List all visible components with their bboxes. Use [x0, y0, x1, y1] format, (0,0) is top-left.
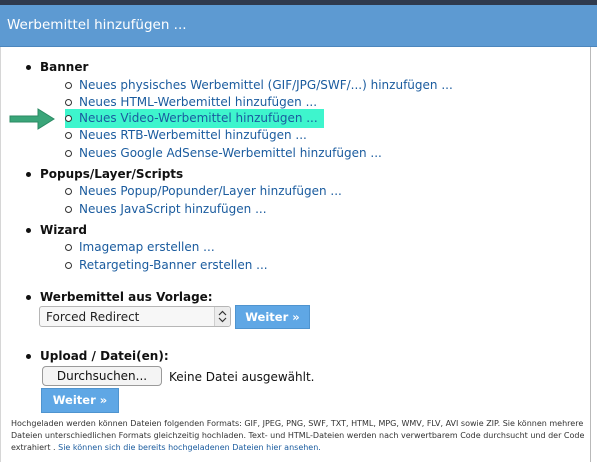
link-new-physical-ad[interactable]: Neues physisches Werbemittel (GIF/JPG/SW… — [65, 78, 453, 92]
help-line-3: extrahiert . Sie können sich die bereits… — [11, 442, 591, 454]
link-create-imagemap[interactable]: Imagemap erstellen ... — [65, 240, 215, 254]
link-new-adsense-ad[interactable]: Neues Google AdSense-Werbemittel hinzufü… — [65, 146, 382, 160]
link-create-retargeting-banner[interactable]: Retargeting-Banner erstellen ... — [65, 258, 268, 272]
link-new-rtb-ad[interactable]: Neues RTB-Werbemittel hinzufügen ... — [65, 128, 307, 142]
upload-help-text: Hochgeladen werden können Dateien folgen… — [11, 418, 591, 454]
dialog-title: Werbemittel hinzufügen ... — [7, 17, 187, 33]
link-new-javascript[interactable]: Neues JavaScript hinzufügen ... — [65, 202, 267, 216]
template-select-value: Forced Redirect — [46, 310, 140, 324]
group-label-upload: Upload / Datei(en): — [26, 349, 169, 363]
group-label-wizard: Wizard — [26, 223, 87, 237]
help-line-2: Dateien unterschiedlichen Formats gleich… — [11, 431, 585, 440]
dialog-header: Werbemittel hinzufügen ... — [0, 5, 597, 47]
template-select[interactable]: Forced Redirect — [39, 306, 231, 327]
group-label-template: Werbemittel aus Vorlage: — [26, 290, 213, 304]
help-line-3-text: extrahiert . — [11, 443, 56, 452]
uploaded-files-link[interactable]: Sie können sich die bereits hochgeladene… — [58, 443, 321, 452]
browse-files-button[interactable]: Durchsuchen... — [42, 366, 162, 386]
group-label-banner: Banner — [25, 60, 89, 74]
link-new-html-ad[interactable]: Neues HTML-Werbemittel hinzufügen ... — [65, 95, 317, 109]
file-status-text: Keine Datei ausgewählt. — [169, 370, 315, 384]
select-updown-icon — [214, 307, 230, 326]
link-new-video-ad[interactable]: Neues Video-Werbemittel hinzufügen ... — [65, 109, 324, 128]
arrow-right-icon — [9, 108, 55, 130]
help-line-1: Hochgeladen werden können Dateien folgen… — [11, 419, 584, 428]
template-continue-button[interactable]: Weiter » — [235, 305, 310, 329]
upload-continue-button[interactable]: Weiter » — [41, 388, 119, 413]
group-label-popups: Popups/Layer/Scripts — [25, 167, 184, 181]
link-new-popup[interactable]: Neues Popup/Popunder/Layer hinzufügen ..… — [65, 184, 342, 198]
